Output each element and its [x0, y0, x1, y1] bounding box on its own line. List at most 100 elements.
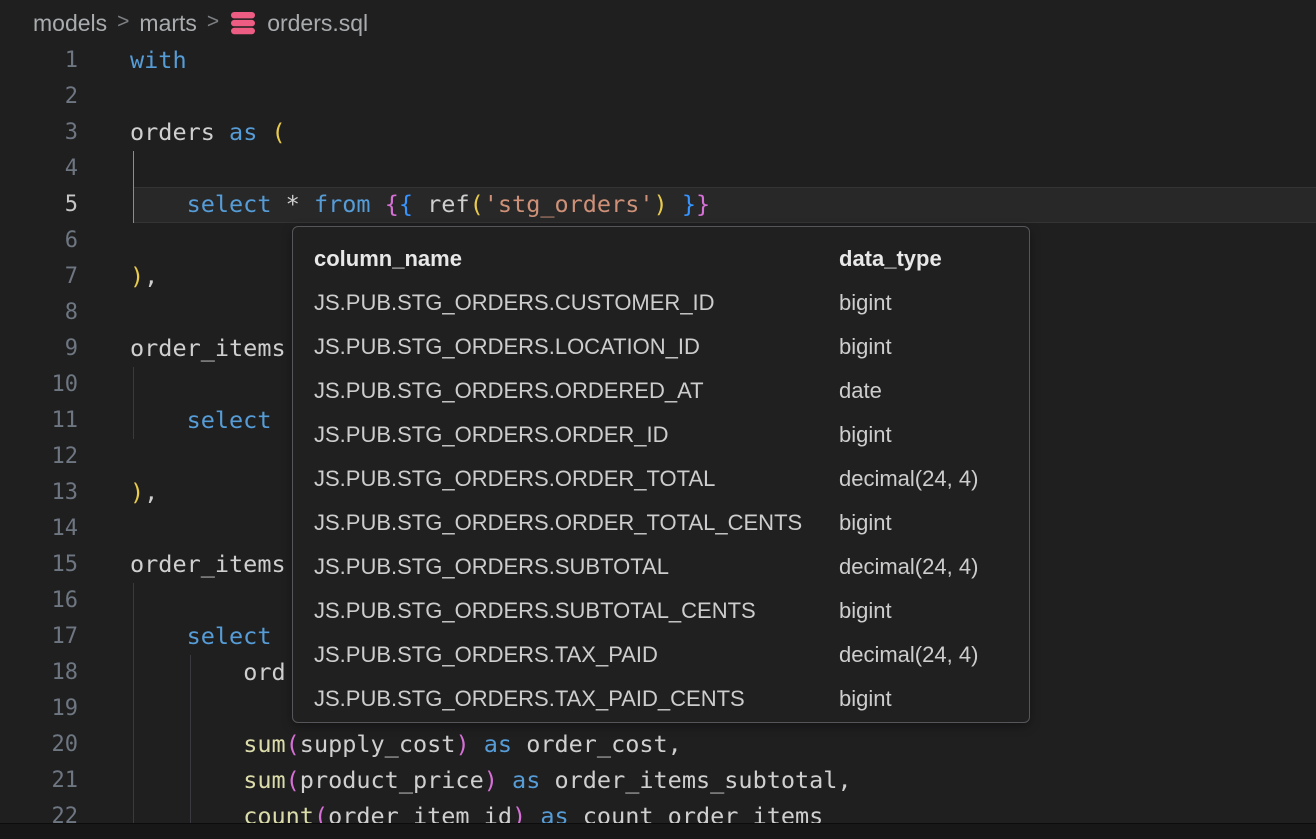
schema-row: JS.PUB.STG_ORDERS.LOCATION_ID bigint [293, 325, 1029, 369]
code-line[interactable]: 21 sum(product_price) as order_items_sub… [0, 763, 1316, 799]
code-line[interactable]: 2 [0, 79, 1316, 115]
database-icon [230, 11, 256, 35]
code-token: select [187, 406, 272, 434]
data-type-cell: bigint [839, 281, 892, 325]
line-number[interactable]: 20 [0, 727, 78, 763]
code-token: from [314, 190, 385, 218]
code-line[interactable]: 20 sum(supply_cost) as order_cost, [0, 727, 1316, 763]
schema-row: JS.PUB.STG_ORDERS.ORDERED_ATdate [293, 369, 1029, 413]
data-type-cell: bigint [839, 325, 892, 369]
breadcrumb-item-models[interactable]: models [33, 10, 107, 37]
bottom-panel-strip [0, 823, 1316, 839]
line-number[interactable]: 18 [0, 655, 78, 691]
schema-row: JS.PUB.STG_ORDERS.SUBTOTAL_CENTSbigint [293, 589, 1029, 633]
code-text: order_items [130, 547, 286, 583]
code-token: ( [272, 118, 286, 146]
data-type-header: data_type [839, 237, 942, 281]
code-line[interactable]: 3 orders as ( [0, 115, 1316, 151]
column-name-cell: JS.PUB.STG_ORDERS.CUSTOMER_ID [314, 290, 715, 315]
line-number[interactable]: 19 [0, 691, 78, 727]
column-name-cell: JS.PUB.STG_ORDERS.ORDER_TOTAL_CENTS [314, 510, 802, 535]
code-token: ) [654, 190, 668, 218]
code-text: ord [130, 655, 286, 691]
data-type-cell: bigint [839, 413, 892, 457]
column-name-cell: JS.PUB.STG_ORDERS.TAX_PAID_CENTS [314, 686, 745, 711]
chevron-right-icon: > [207, 10, 219, 34]
column-name-cell: JS.PUB.STG_ORDERS.SUBTOTAL [314, 554, 669, 579]
code-token [130, 406, 187, 434]
column-name-cell: JS.PUB.STG_ORDERS.ORDER_ID [314, 422, 669, 447]
code-line[interactable]: 1 with [0, 43, 1316, 79]
line-number[interactable]: 1 [0, 43, 78, 79]
column-name-cell: JS.PUB.STG_ORDERS.LOCATION_ID [314, 334, 700, 359]
code-text: select [130, 619, 271, 655]
code-token: , [144, 478, 158, 506]
code-token: order_items [130, 550, 286, 578]
column-name-cell: JS.PUB.STG_ORDERS.ORDER_TOTAL [314, 466, 715, 491]
line-number[interactable]: 7 [0, 259, 78, 295]
code-token: ref [413, 190, 470, 218]
data-type-cell: decimal(24, 4) [839, 633, 978, 677]
code-text: orders as ( [130, 115, 286, 151]
line-number[interactable]: 4 [0, 151, 78, 187]
line-number[interactable]: 6 [0, 223, 78, 259]
code-token: sum [243, 730, 285, 758]
line-number[interactable]: 12 [0, 439, 78, 475]
line-number[interactable]: 14 [0, 511, 78, 547]
code-token: { [385, 190, 399, 218]
schema-row: JS.PUB.STG_ORDERS.ORDER_TOTAL decimal(24,… [293, 457, 1029, 501]
column-name-cell: JS.PUB.STG_ORDERS.SUBTOTAL_CENTS [314, 598, 756, 623]
code-text: sum(supply_cost) as order_cost, [130, 727, 682, 763]
breadcrumb-item-file[interactable]: orders.sql [267, 10, 368, 37]
code-token: ( [286, 730, 300, 758]
code-token: order_cost, [512, 730, 682, 758]
code-token [130, 658, 243, 686]
code-token [130, 730, 243, 758]
code-text: ), [130, 259, 158, 295]
code-token: 'stg_orders' [484, 190, 654, 218]
data-type-cell: decimal(24, 4) [839, 457, 978, 501]
code-text: order_items [130, 331, 286, 367]
code-token: select [187, 622, 272, 650]
code-text: with [130, 43, 187, 79]
line-number[interactable]: 11 [0, 403, 78, 439]
data-type-cell: bigint [839, 501, 892, 545]
code-token: with [130, 46, 187, 74]
schema-popup-header: column_name data_type [293, 237, 1029, 281]
line-number[interactable]: 3 [0, 115, 78, 151]
code-text: select * from {{ ref('stg_orders') }} [130, 187, 710, 223]
line-number[interactable]: 15 [0, 547, 78, 583]
code-line[interactable]: 4 [0, 151, 1316, 187]
line-number[interactable]: 2 [0, 79, 78, 115]
line-number[interactable]: 5 [0, 187, 78, 223]
line-number[interactable]: 16 [0, 583, 78, 619]
code-token: ) [130, 478, 144, 506]
line-number[interactable]: 10 [0, 367, 78, 403]
code-line[interactable]: 5 select * from {{ ref('stg_orders') }} [0, 187, 1316, 223]
line-number[interactable]: 9 [0, 331, 78, 367]
code-token: ) [484, 766, 498, 794]
schema-row: JS.PUB.STG_ORDERS.TAX_PAID decimal(24, 4) [293, 633, 1029, 677]
line-number[interactable]: 8 [0, 295, 78, 331]
column-name-cell: JS.PUB.STG_ORDERS.ORDERED_AT [314, 378, 704, 403]
breadcrumb-item-marts[interactable]: marts [139, 10, 197, 37]
code-token: ) [130, 262, 144, 290]
schema-row: JS.PUB.STG_ORDERS.CUSTOMER_ID bigint [293, 281, 1029, 325]
column-name-cell: JS.PUB.STG_ORDERS.TAX_PAID [314, 642, 658, 667]
schema-row: JS.PUB.STG_ORDERS.TAX_PAID_CENTSbigint [293, 677, 1029, 721]
code-token: orders [130, 118, 229, 146]
line-number[interactable]: 13 [0, 475, 78, 511]
code-text: sum(product_price) as order_items_subtot… [130, 763, 852, 799]
code-token: order_items_subtotal, [540, 766, 851, 794]
code-token: supply_cost [300, 730, 456, 758]
code-token [668, 190, 682, 218]
code-token: product_price [300, 766, 484, 794]
code-token [470, 730, 484, 758]
code-token: ( [470, 190, 484, 218]
code-token: * [286, 190, 314, 218]
schema-row: JS.PUB.STG_ORDERS.SUBTOTALdecimal(24, 4) [293, 545, 1029, 589]
line-number[interactable]: 21 [0, 763, 78, 799]
code-token: as [484, 730, 512, 758]
line-number[interactable]: 17 [0, 619, 78, 655]
code-token [130, 622, 187, 650]
